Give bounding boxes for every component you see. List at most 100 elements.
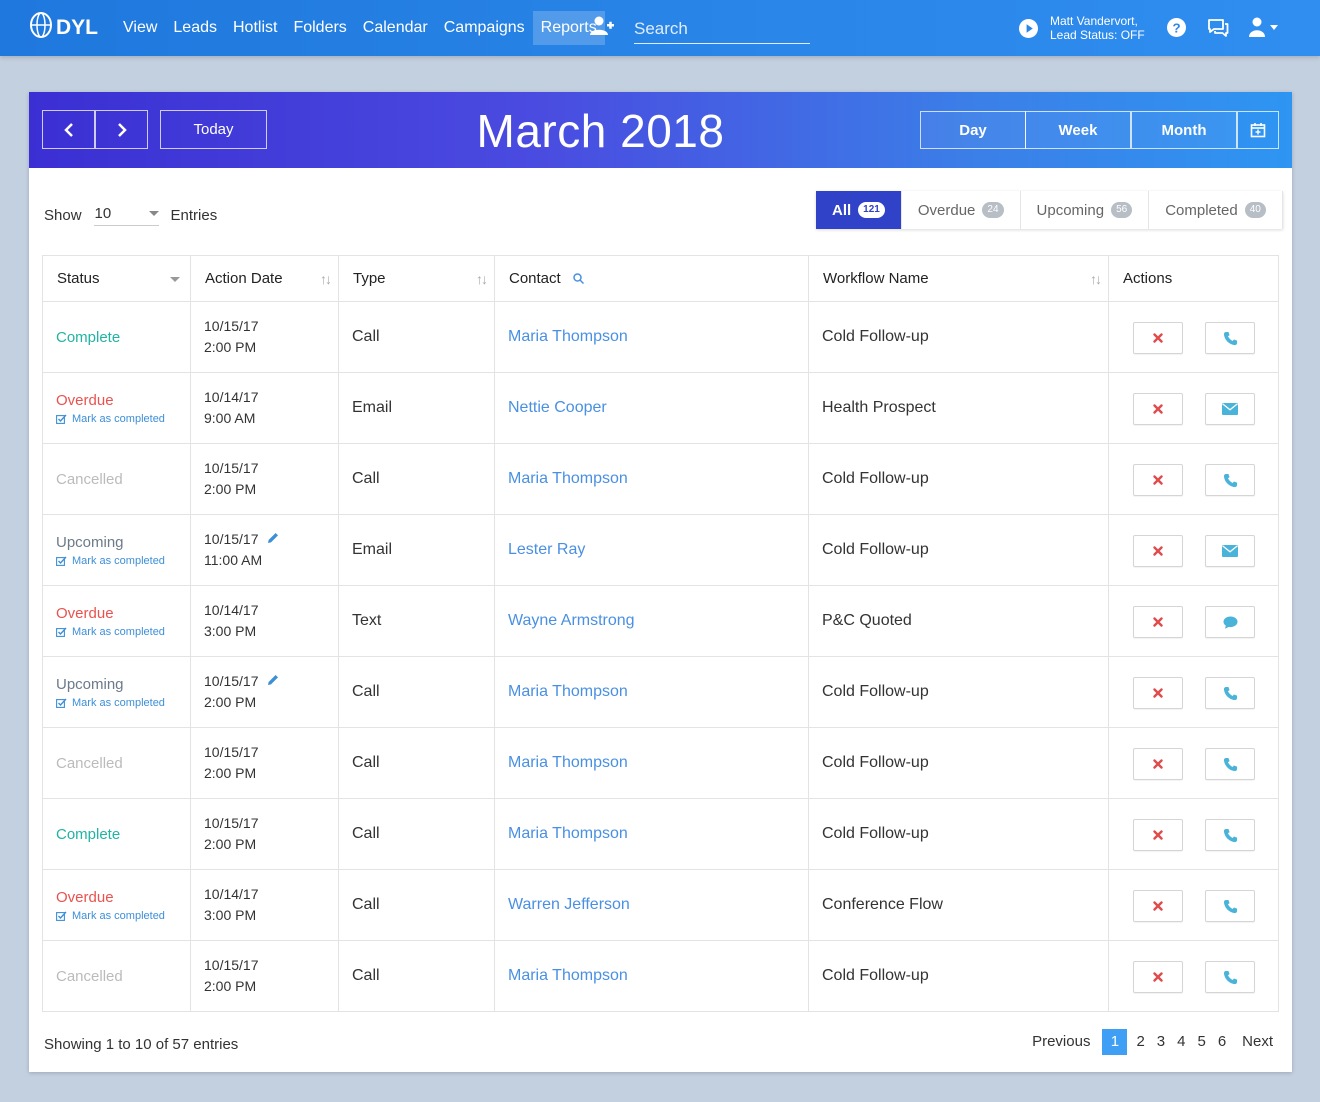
cancel-task-button[interactable] <box>1133 890 1183 922</box>
contact-action-button[interactable] <box>1205 748 1255 780</box>
workflow-column-header[interactable]: Workflow Name ↑↓ <box>808 255 1109 302</box>
status-column-header[interactable]: Status <box>42 255 191 302</box>
mark-completed-link[interactable]: Mark as completed <box>56 697 177 709</box>
contact-action-button[interactable] <box>1205 961 1255 993</box>
cancel-task-button[interactable] <box>1133 606 1183 638</box>
contact-link[interactable]: Maria Thompson <box>508 328 628 345</box>
contact-link[interactable]: Wayne Armstrong <box>508 612 635 629</box>
sort-icon[interactable]: ↑↓ <box>476 271 488 287</box>
sort-icon[interactable]: ↑↓ <box>320 271 332 287</box>
cancel-task-button[interactable] <box>1133 322 1183 354</box>
page-button-1[interactable]: 1 <box>1102 1029 1128 1055</box>
filter-tab-all[interactable]: All 121 <box>816 191 902 229</box>
profile-menu[interactable] <box>1249 17 1278 37</box>
contact-cell: Maria Thompson <box>494 443 809 515</box>
filter-tab-overdue[interactable]: Overdue 24 <box>901 191 1021 229</box>
user-status[interactable]: Matt Vandervort, Lead Status: OFF <box>1050 14 1145 42</box>
status-cell: Upcoming Mark as completed <box>42 656 191 728</box>
cancel-task-button[interactable] <box>1133 748 1183 780</box>
contact-link[interactable]: Maria Thompson <box>508 967 628 984</box>
nav-item-hotlist[interactable]: Hotlist <box>225 11 285 45</box>
contact-action-button[interactable] <box>1205 677 1255 709</box>
brand-logo[interactable]: DYL <box>30 12 98 43</box>
nav-item-campaigns[interactable]: Campaigns <box>436 11 533 45</box>
actions-cell <box>1108 372 1279 444</box>
contact-link[interactable]: Nettie Cooper <box>508 399 607 416</box>
edit-date-icon[interactable] <box>267 529 279 550</box>
contact-action-button[interactable] <box>1205 464 1255 496</box>
cancel-task-button[interactable] <box>1133 393 1183 425</box>
week-view-button[interactable]: Week <box>1025 111 1131 149</box>
nav-item-calendar[interactable]: Calendar <box>355 11 436 45</box>
entries-label: Entries <box>170 206 218 224</box>
cancel-icon <box>1153 972 1163 982</box>
contact-link[interactable]: Warren Jefferson <box>508 896 630 913</box>
filter-tab-label: Completed <box>1165 201 1238 219</box>
task-type: Text <box>352 612 382 629</box>
action-date-cell: 10/15/17 2:00 PM <box>190 656 339 728</box>
nav-item-view[interactable]: View <box>115 11 165 45</box>
sort-icon[interactable]: ↑↓ <box>1090 271 1102 287</box>
cancel-task-button[interactable] <box>1133 677 1183 709</box>
contact-link[interactable]: Maria Thompson <box>508 683 628 700</box>
filter-tab-upcoming[interactable]: Upcoming 56 <box>1020 191 1150 229</box>
contact-cell: Maria Thompson <box>494 301 809 373</box>
mark-completed-link[interactable]: Mark as completed <box>56 626 177 638</box>
mark-completed-link[interactable]: Mark as completed <box>56 910 177 922</box>
add-user-icon[interactable] <box>590 16 614 41</box>
page-button-4[interactable]: 4 <box>1171 1029 1191 1055</box>
cancel-task-button[interactable] <box>1133 961 1183 993</box>
calendar-picker-button[interactable] <box>1237 111 1279 149</box>
contact-link[interactable]: Maria Thompson <box>508 470 628 487</box>
edit-date-icon[interactable] <box>267 671 279 692</box>
cancel-icon <box>1153 333 1163 343</box>
contact-column-header[interactable]: Contact <box>494 255 809 302</box>
page-button-5[interactable]: 5 <box>1191 1029 1211 1055</box>
search-icon[interactable] <box>573 273 584 285</box>
tasks-table: Status Action Date ↑↓ Type ↑↓ Contact Work… <box>42 255 1279 1012</box>
action-time: 2:00 PM <box>204 694 257 711</box>
contact-action-button[interactable] <box>1205 890 1255 922</box>
action-date: 10/14/17 <box>204 602 259 618</box>
mark-completed-link[interactable]: Mark as completed <box>56 555 177 567</box>
contact-action-button[interactable] <box>1205 393 1255 425</box>
cancel-task-button[interactable] <box>1133 535 1183 567</box>
task-type: Call <box>352 683 380 700</box>
contact-link[interactable]: Maria Thompson <box>508 754 628 771</box>
contact-link[interactable]: Maria Thompson <box>508 825 628 842</box>
nav-item-leads[interactable]: Leads <box>165 11 225 45</box>
contact-action-button[interactable] <box>1205 535 1255 567</box>
contact-action-button[interactable] <box>1205 606 1255 638</box>
page-button-6[interactable]: 6 <box>1212 1029 1232 1055</box>
workflow-cell: Cold Follow-up <box>808 443 1109 515</box>
nav-item-folders[interactable]: Folders <box>285 11 354 45</box>
type-column-header[interactable]: Type ↑↓ <box>338 255 495 302</box>
contact-action-button[interactable] <box>1205 322 1255 354</box>
mark-completed-link[interactable]: Mark as completed <box>56 413 177 425</box>
phone-icon <box>1223 473 1237 487</box>
status-filter-tabs: All 121 Overdue 24 Upcoming 56 Completed 40 <box>816 191 1283 229</box>
chat-icon[interactable] <box>1207 18 1229 42</box>
cancel-icon <box>1153 617 1163 627</box>
contact-link[interactable]: Lester Ray <box>508 541 585 558</box>
cancel-task-button[interactable] <box>1133 464 1183 496</box>
chevron-down-icon[interactable] <box>170 277 180 282</box>
next-page-button[interactable]: Next <box>1236 1029 1279 1055</box>
action-date-column-header[interactable]: Action Date ↑↓ <box>190 255 339 302</box>
entries-select[interactable]: 10 <box>93 204 159 226</box>
help-icon[interactable]: ? <box>1167 18 1186 42</box>
contact-action-button[interactable] <box>1205 819 1255 851</box>
page-button-2[interactable]: 2 <box>1130 1029 1150 1055</box>
filter-tab-completed[interactable]: Completed 40 <box>1149 191 1283 229</box>
month-view-button[interactable]: Month <box>1131 111 1237 149</box>
type-cell: Call <box>338 443 495 515</box>
page-button-3[interactable]: 3 <box>1151 1029 1171 1055</box>
day-view-button[interactable]: Day <box>920 111 1026 149</box>
action-date-cell: 10/15/17 11:00 AM <box>190 514 339 586</box>
cancel-task-button[interactable] <box>1133 819 1183 851</box>
play-icon[interactable] <box>1019 19 1038 43</box>
main-nav: View Leads Hotlist Folders Calendar Campaigns… <box>115 11 605 45</box>
search-input[interactable] <box>634 14 810 44</box>
type-cell: Email <box>338 514 495 586</box>
previous-page-button[interactable]: Previous <box>1026 1029 1096 1055</box>
